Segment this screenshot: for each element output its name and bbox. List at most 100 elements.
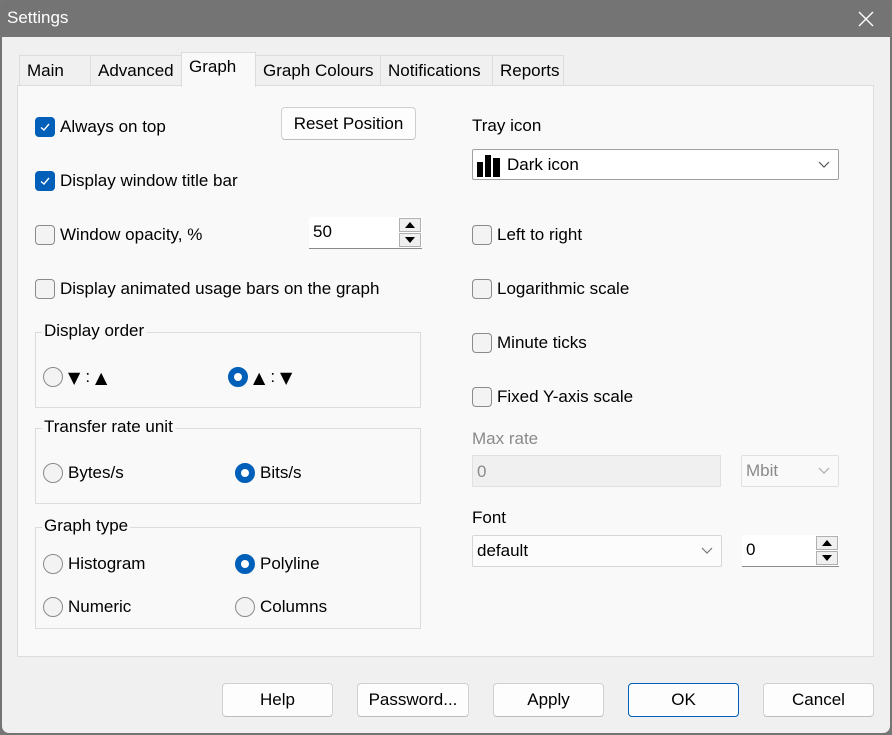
max-rate-label: Max rate — [472, 429, 539, 448]
display-title-bar-checkbox[interactable]: Display window title bar — [35, 171, 238, 191]
minute-ticks-checkbox[interactable]: Minute ticks — [472, 333, 587, 353]
display-order-up-down-radio[interactable]: ▲ : ▼ — [228, 367, 292, 387]
numeric-radio[interactable]: Numeric — [43, 597, 131, 617]
tab-notifications[interactable]: Notifications — [380, 55, 493, 85]
graph-type-group: Graph type Histogram Polyline Numeric Co… — [35, 516, 421, 629]
tab-label: Reports — [500, 61, 560, 80]
tab-reports[interactable]: Reports — [492, 55, 564, 85]
separator: : — [85, 367, 91, 386]
checkbox-box[interactable] — [35, 279, 55, 299]
checkbox-box[interactable] — [35, 225, 55, 245]
group-label: Graph type — [42, 516, 131, 536]
checkbox-label: Display window title bar — [60, 171, 238, 190]
cancel-button[interactable]: Cancel — [763, 683, 874, 717]
checkbox-box[interactable] — [472, 225, 492, 245]
radio-button[interactable] — [43, 554, 63, 574]
window-title: Settings — [7, 8, 69, 27]
tray-icon-value: Dark icon — [507, 154, 579, 174]
radio-label: Bytes/s — [68, 463, 124, 482]
radio-button[interactable] — [43, 597, 63, 617]
radio-label: Histogram — [68, 554, 146, 573]
display-order-group: Display order ▼ : ▲ ▲ : ▼ — [35, 321, 421, 408]
help-button[interactable]: Help — [222, 683, 333, 717]
radio-button[interactable] — [235, 463, 255, 483]
reset-position-button[interactable]: Reset Position — [281, 107, 416, 140]
max-rate-input[interactable]: 0 — [472, 455, 721, 487]
radio-label: Polyline — [260, 554, 320, 573]
logarithmic-scale-checkbox[interactable]: Logarithmic scale — [472, 279, 629, 299]
triangle-up-icon: ▲ — [253, 367, 266, 387]
tab-graph[interactable]: Graph — [181, 52, 256, 87]
window-opacity-checkbox[interactable]: Window opacity, % — [35, 225, 202, 245]
radio-label: Numeric — [68, 597, 132, 616]
always-on-top-checkbox[interactable]: Always on top — [35, 117, 166, 137]
bar-chart-icon — [477, 154, 500, 177]
spin-up-button[interactable] — [399, 218, 421, 232]
tab-main[interactable]: Main — [19, 55, 91, 85]
histogram-radio[interactable]: Histogram — [43, 554, 145, 574]
display-order-down-up-radio[interactable]: ▼ : ▲ — [43, 367, 107, 387]
group-label: Display order — [42, 321, 147, 341]
tray-icon-dropdown[interactable]: Dark icon — [472, 149, 839, 180]
radio-button[interactable] — [228, 367, 248, 387]
left-to-right-checkbox[interactable]: Left to right — [472, 225, 582, 245]
checkbox-box[interactable] — [35, 171, 55, 191]
spin-down-button[interactable] — [399, 233, 421, 247]
checkbox-label: Minute ticks — [497, 333, 587, 352]
radio-label: Columns — [260, 597, 328, 616]
radio-button[interactable] — [235, 554, 255, 574]
title-bar[interactable]: Settings — [0, 0, 892, 37]
tab-advanced[interactable]: Advanced — [90, 55, 182, 85]
graph-tab-panel: Always on top Reset Position Display win… — [17, 85, 874, 657]
checkbox-box[interactable] — [472, 333, 492, 353]
max-rate-unit-dropdown[interactable]: Mbit — [741, 455, 839, 487]
bits-per-second-radio[interactable]: Bits/s — [235, 463, 302, 483]
password-button[interactable]: Password... — [357, 683, 469, 717]
tab-label: Main — [27, 61, 64, 80]
tab-label: Advanced — [98, 61, 174, 80]
opacity-value[interactable]: 50 — [313, 222, 332, 242]
checkbox-label: Display animated usage bars on the graph — [60, 279, 380, 298]
tab-graph-colours[interactable]: Graph Colours — [255, 55, 381, 85]
font-size-value[interactable]: 0 — [746, 540, 755, 560]
chevron-down-icon — [701, 547, 713, 554]
triangle-up-icon — [405, 222, 415, 228]
close-icon — [858, 11, 874, 26]
close-button[interactable] — [840, 0, 892, 37]
window-opacity-spinner[interactable]: 50 — [309, 217, 422, 249]
radio-button[interactable] — [43, 367, 63, 387]
chevron-down-icon — [818, 161, 830, 168]
triangle-down-icon: ▼ — [280, 367, 293, 387]
fixed-y-axis-checkbox[interactable]: Fixed Y-axis scale — [472, 387, 633, 407]
tray-icon-label: Tray icon — [472, 116, 542, 135]
font-size-spinner[interactable]: 0 — [742, 535, 839, 567]
apply-button[interactable]: Apply — [493, 683, 604, 717]
font-dropdown[interactable]: default — [472, 535, 722, 567]
dialog-client-area: Main Advanced Graph Graph Colours Notifi… — [2, 37, 890, 733]
checkbox-label: Fixed Y-axis scale — [497, 387, 634, 406]
checkbox-box[interactable] — [35, 117, 55, 137]
spin-up-button[interactable] — [816, 536, 838, 550]
radio-button[interactable] — [235, 597, 255, 617]
spin-down-button[interactable] — [816, 551, 838, 565]
settings-window: Settings Main Advanced Graph Graph Colou… — [0, 0, 892, 735]
checkbox-box[interactable] — [472, 279, 492, 299]
checkbox-box[interactable] — [472, 387, 492, 407]
checkbox-label: Logarithmic scale — [497, 279, 630, 298]
chevron-down-icon — [818, 467, 830, 474]
columns-radio[interactable]: Columns — [235, 597, 327, 617]
checkbox-label: Left to right — [497, 225, 583, 244]
triangle-down-icon — [405, 237, 415, 243]
radio-button[interactable] — [43, 463, 63, 483]
ok-button[interactable]: OK — [628, 683, 739, 717]
polyline-radio[interactable]: Polyline — [235, 554, 320, 574]
animated-bars-checkbox[interactable]: Display animated usage bars on the graph — [35, 279, 379, 299]
radio-label: Bits/s — [260, 463, 302, 482]
checkmark-icon — [40, 123, 50, 131]
tab-label: Graph Colours — [263, 61, 374, 80]
max-rate-unit-value: Mbit — [746, 461, 779, 480]
font-label: Font — [472, 508, 507, 527]
triangle-up-icon — [822, 540, 832, 546]
bytes-per-second-radio[interactable]: Bytes/s — [43, 463, 124, 483]
triangle-down-icon — [822, 555, 832, 561]
